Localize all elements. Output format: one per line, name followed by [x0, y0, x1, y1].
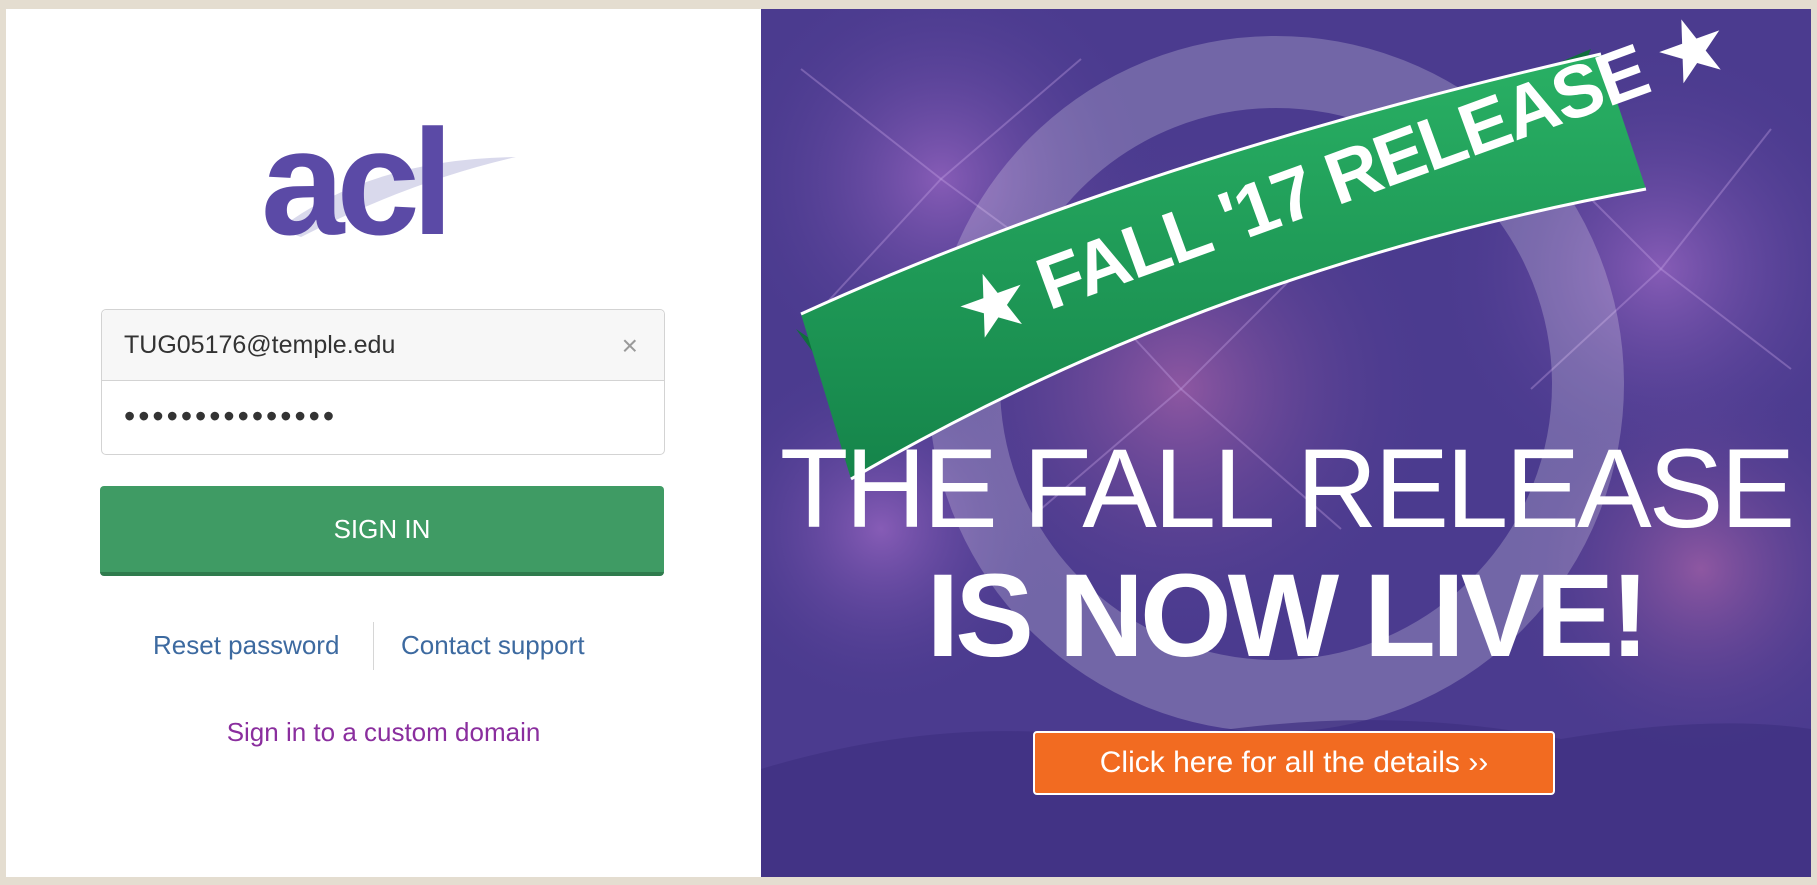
sign-in-button[interactable]: SIGN IN	[100, 486, 664, 576]
login-form: ×	[101, 309, 665, 455]
headline-line-1: THE FALL RELEASE	[779, 426, 1795, 551]
email-input[interactable]	[122, 329, 606, 361]
custom-domain-link[interactable]: Sign in to a custom domain	[6, 717, 761, 748]
reset-password-link[interactable]: Reset password	[153, 630, 339, 661]
details-button[interactable]: Click here for all the details ››	[1033, 731, 1555, 795]
promo-banner[interactable]: ★ FALL '17 RELEASE ★ THE FALL RELEASE IS…	[761, 9, 1811, 877]
contact-support-link[interactable]: Contact support	[401, 630, 585, 661]
password-field-row	[102, 381, 664, 452]
headline-line-2: IS NOW LIVE!	[926, 550, 1650, 682]
logo-text: acl	[261, 98, 446, 259]
help-links: Reset password Contact support	[100, 622, 664, 672]
password-input[interactable]	[122, 397, 606, 436]
login-window: acl × SIGN IN Reset password Contact sup…	[6, 9, 1811, 877]
promo-headline: THE FALL RELEASE IS NOW LIVE!	[761, 426, 1811, 682]
link-divider	[373, 622, 374, 670]
login-panel: acl × SIGN IN Reset password Contact sup…	[6, 9, 761, 877]
acl-logo: acl	[261, 98, 516, 259]
email-field-row: ×	[102, 310, 664, 381]
clear-icon[interactable]: ×	[622, 330, 638, 362]
